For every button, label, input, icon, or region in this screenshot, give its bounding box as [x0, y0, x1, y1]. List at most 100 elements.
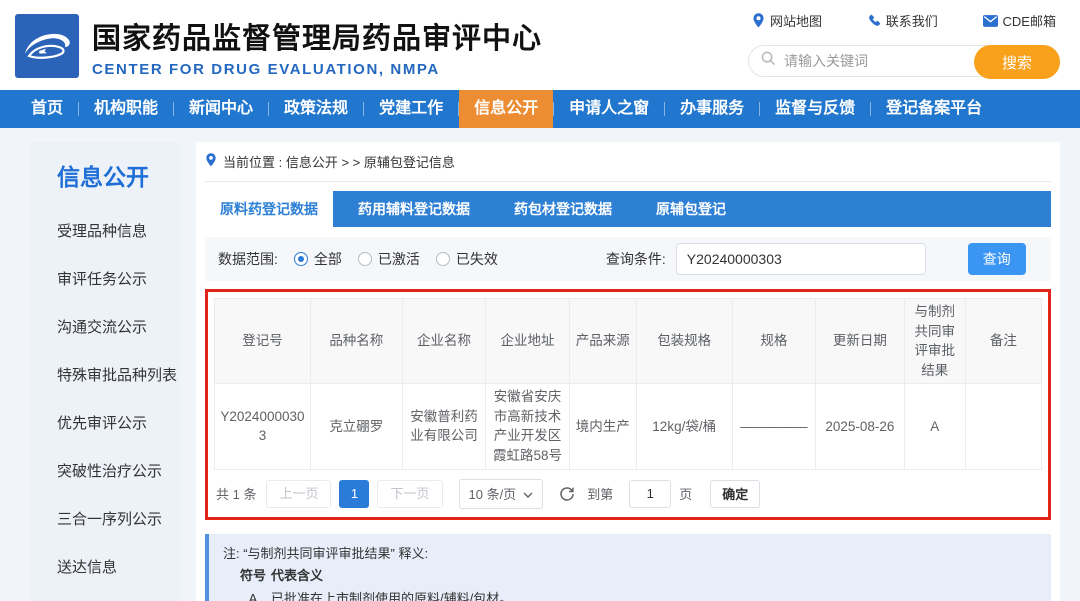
col-packaging-spec: 包装规格 [635, 297, 733, 385]
nav-item-policy[interactable]: 政策法规 [269, 90, 363, 128]
cde-mail-link[interactable]: CDE邮箱 [982, 11, 1056, 30]
note-line1: 注: “与制剂共同审评审批结果” 释义: [223, 545, 429, 561]
page: 国家药品监督管理局药品审评中心 CENTER FOR DRUG EVALUATI… [0, 0, 1080, 601]
page-size-select[interactable]: 10 条/页 [458, 478, 544, 509]
col-remarks: 备注 [964, 297, 1043, 385]
search-icon [761, 51, 776, 71]
sidebar-item-special-approval[interactable]: 特殊审批品种列表 [57, 364, 177, 385]
chevron-down-icon [523, 486, 533, 501]
note-meaning-header: 代表含义 [271, 568, 324, 584]
cell-product-source: 境内生产 [568, 383, 637, 470]
nav-item-party[interactable]: 党建工作 [364, 90, 458, 128]
sidebar-item-accepted-varieties[interactable]: 受理品种信息 [57, 220, 170, 241]
tab-bar: 原料药登记数据 药用辅料登记数据 药包材登记数据 原辅包登记 [205, 191, 1051, 227]
sidebar-item-delivery-info[interactable]: 送达信息 [57, 556, 170, 577]
goto-suffix: 页 [679, 487, 693, 502]
total-count: 共 1 条 [216, 487, 257, 502]
phone-icon [867, 14, 881, 28]
radio-activated-icon [357, 252, 372, 266]
search-input[interactable] [784, 53, 964, 69]
cell-update-date: 2025-08-26 [815, 383, 905, 470]
query-input[interactable] [675, 243, 926, 275]
note-meaning-a: 已批准在上市制剂使用的原料/辅料/包材。 [271, 591, 513, 601]
col-variety-name: 品种名称 [309, 297, 403, 385]
nav-item-info-disclosure[interactable]: 信息公开 [459, 90, 554, 128]
radio-expired[interactable]: 已失效 [435, 249, 498, 269]
location-pin-icon [752, 13, 765, 28]
cell-company-address: 安徽省安庆市高新技术产业开发区霞虹路58号 [485, 383, 570, 470]
cde-mail-link-label: CDE邮箱 [1002, 14, 1056, 29]
page-size-value: 10 条/页 [468, 487, 517, 502]
registration-table: 登记号 品种名称 企业名称 企业地址 产品来源 包装规格 规格 更新日期 与制剂… [214, 297, 1043, 470]
sidebar-title: 信息公开 [57, 164, 149, 190]
header-right: 网站地图 联系我们 CDE邮箱 请输入关键词 搜索 [748, 0, 1060, 90]
nav-item-home[interactable]: 首页 [16, 90, 78, 128]
nav-item-services[interactable]: 办事服务 [665, 90, 759, 128]
radio-activated-label: 已激活 [377, 251, 420, 267]
col-joint-review-result: 与制剂共同审评审批结果 [903, 297, 966, 385]
breadcrumb-pin-icon [205, 153, 217, 170]
scope-label: 数据范围: [218, 251, 278, 267]
radio-all-icon [293, 252, 308, 266]
sidebar-item-breakthrough-therapy[interactable]: 突破性治疗公示 [57, 460, 170, 481]
sidebar-item-priority-review[interactable]: 优先审评公示 [57, 412, 170, 433]
tab-excipient-registration[interactable]: 药用辅料登记数据 [343, 191, 485, 227]
sidebar-item-review-tasks[interactable]: 审评任务公示 [57, 268, 170, 289]
mail-icon [982, 14, 998, 27]
nav-item-functions[interactable]: 机构职能 [79, 90, 173, 128]
prev-page-button[interactable]: 上一页 [266, 479, 332, 508]
note-box: 注: “与制剂共同审评审批结果” 释义: 符号 代表含义 A 已批准在上市制剂使… [205, 533, 1051, 601]
sitemap-link[interactable]: 网站地图 [752, 11, 822, 30]
search-bar: 搜索 [748, 45, 1060, 79]
radio-all[interactable]: 全部 [293, 249, 342, 269]
quick-links: 网站地图 联系我们 CDE邮箱 [748, 11, 1060, 30]
sidebar: 信息公开 受理品种信息 审评任务公示 沟通交流公示 特殊审批品种列表 优先审评公… [30, 142, 180, 601]
col-spec: 规格 [731, 297, 817, 385]
nav-item-applicant[interactable]: 申请人之窗 [554, 90, 664, 128]
contact-link-label: 联系我们 [885, 14, 938, 29]
refresh-icon[interactable] [559, 486, 575, 502]
confirm-button[interactable]: 确定 [710, 479, 761, 508]
col-company-name: 企业名称 [401, 297, 487, 385]
sitemap-link-label: 网站地图 [770, 14, 823, 29]
goto-prefix: 到第 [587, 487, 614, 502]
search-button[interactable]: 搜索 [974, 45, 1060, 79]
radio-expired-label: 已失效 [455, 251, 498, 267]
contact-link[interactable]: 联系我们 [867, 11, 938, 30]
main-card: 当前位置 : 信息公开 > > 原辅包登记信息 原料药登记数据 药用辅料登记数据… [196, 142, 1060, 601]
note-row-a: A 已批准在上市制剂使用的原料/辅料/包材。 [223, 588, 1037, 601]
col-company-address: 企业地址 [485, 297, 570, 385]
nav-item-news[interactable]: 新闻中心 [174, 90, 268, 128]
cell-variety-name: 克立硼罗 [309, 383, 403, 470]
tab-packaging-registration[interactable]: 药包材登记数据 [499, 191, 627, 227]
tab-raw-aux-pack[interactable]: 原辅包登记 [641, 191, 741, 227]
site-subtitle: CENTER FOR DRUG EVALUATION, NMPA [92, 60, 440, 78]
query-button[interactable]: 查询 [967, 243, 1026, 275]
cde-logo-icon [15, 14, 79, 78]
note-symbol-header: 符号 [239, 568, 266, 584]
goto-page-input[interactable] [629, 479, 672, 508]
site-header: 国家药品监督管理局药品审评中心 CENTER FOR DRUG EVALUATI… [0, 0, 1080, 90]
radio-activated[interactable]: 已激活 [357, 249, 420, 269]
next-page-button[interactable]: 下一页 [377, 479, 443, 508]
cell-packaging-spec: 12kg/袋/桶 [635, 383, 733, 470]
col-product-source: 产品来源 [568, 297, 637, 385]
nav-item-supervision[interactable]: 监督与反馈 [760, 90, 870, 128]
tab-api-registration[interactable]: 原料药登记数据 [205, 191, 333, 227]
pagination: 共 1 条 上一页 1 下一页 10 条/页 到第 1 页 确定 [214, 470, 1042, 510]
nav-item-registration-platform[interactable]: 登记备案平台 [871, 90, 997, 128]
annotation-red-box: 登记号 品种名称 企业名称 企业地址 产品来源 包装规格 规格 更新日期 与制剂… [205, 289, 1051, 520]
col-registration-no: 登记号 [214, 297, 311, 385]
query-label: 查询条件: [605, 251, 666, 267]
sidebar-item-communication[interactable]: 沟通交流公示 [57, 316, 170, 337]
breadcrumb: 当前位置 : 信息公开 > > 原辅包登记信息 [205, 142, 1051, 182]
table-header-row: 登记号 品种名称 企业名称 企业地址 产品来源 包装规格 规格 更新日期 与制剂… [214, 297, 1043, 385]
cell-spec: ————— [731, 383, 817, 470]
site-title: 国家药品监督管理局药品审评中心 [92, 22, 543, 55]
page-1-button[interactable]: 1 [339, 479, 370, 508]
breadcrumb-path: 当前位置 : 信息公开 > > 原辅包登记信息 [223, 155, 455, 170]
note-symbol-a: A [248, 591, 258, 601]
table-row: Y20240000303 克立硼罗 安徽普利药业有限公司 安徽省安庆市高新技术产… [214, 383, 1043, 470]
sidebar-item-three-in-one[interactable]: 三合一序列公示 [57, 508, 170, 529]
content: 信息公开 受理品种信息 审评任务公示 沟通交流公示 特殊审批品种列表 优先审评公… [0, 128, 1080, 601]
